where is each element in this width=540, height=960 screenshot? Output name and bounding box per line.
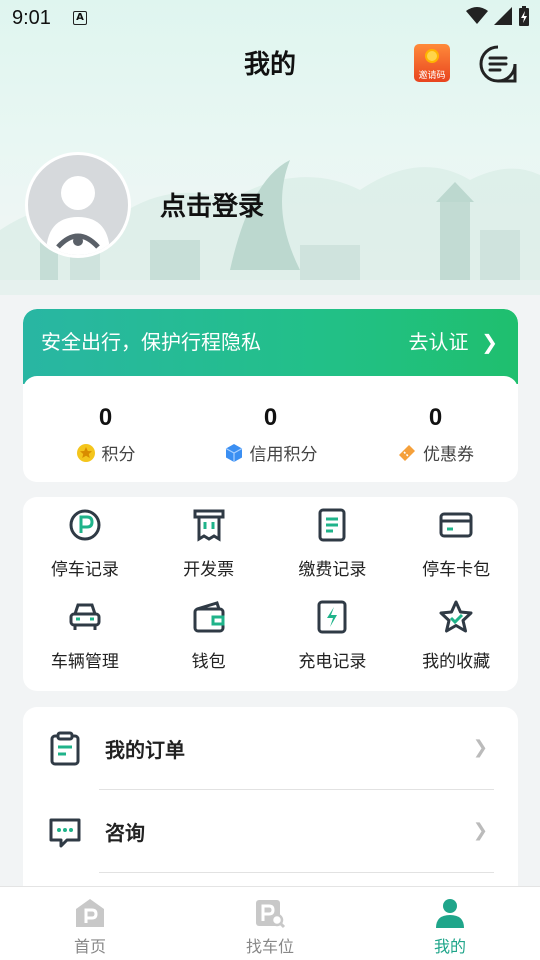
stat-label: 优惠券 <box>423 445 474 465</box>
cube-icon <box>225 443 242 462</box>
status-time: 9:01 <box>12 6 51 29</box>
chevron-right-icon: ❯ <box>474 330 498 354</box>
status-bar: 9:01 A <box>0 0 540 36</box>
verification-slogan: 安全出行，保护行程隐私 <box>41 330 261 354</box>
coin-icon <box>425 49 439 63</box>
service-parking-cards[interactable]: 停车卡包 <box>394 507 518 599</box>
tab-label: 首页 <box>73 937 106 956</box>
menu-item-orders[interactable]: 我的订单 ❯ <box>23 707 518 790</box>
stat-value: 0 <box>263 404 278 431</box>
divider <box>99 872 494 873</box>
bottom-tab-bar: 首页 找车位 我的 <box>0 886 540 960</box>
tab-label: 我的 <box>433 937 466 956</box>
service-label: 车辆管理 <box>50 652 119 672</box>
service-label: 开发票 <box>183 560 235 580</box>
service-payment-records[interactable]: 缴费记录 <box>271 507 395 599</box>
invite-code-button[interactable]: 邀请码 <box>414 44 450 82</box>
coupon-icon <box>399 444 415 461</box>
order-icon <box>50 731 80 765</box>
message-menu-icon[interactable] <box>478 44 518 84</box>
stat-label: 积分 <box>101 445 136 465</box>
tab-find-parking[interactable]: 找车位 <box>180 887 360 960</box>
service-label: 停车记录 <box>50 560 119 580</box>
menu-label: 咨询 <box>105 821 145 845</box>
service-parking-records[interactable]: 停车记录 <box>23 507 147 599</box>
notification-a-icon: A <box>72 11 87 25</box>
payment-record-icon <box>318 508 346 542</box>
stat-value: 0 <box>428 404 443 431</box>
stat-coupons[interactable]: 0 优惠券 <box>353 376 518 482</box>
services-grid: 停车记录 开发票 缴费记录 停车卡包 车辆管理 钱包 充电记录 我的收藏 <box>23 497 518 691</box>
verification-card: 安全出行，保护行程隐私 去认证 ❯ 0 积分 0 信用积分 0 优惠券 <box>23 309 518 482</box>
profile-icon <box>436 899 464 928</box>
menu-label: 我的订单 <box>105 738 185 762</box>
service-label: 停车卡包 <box>422 560 491 580</box>
parking-icon <box>69 509 101 541</box>
avatar[interactable] <box>25 152 131 258</box>
service-label: 缴费记录 <box>298 560 367 580</box>
charging-icon <box>317 600 347 634</box>
page-title: 我的 <box>243 50 296 80</box>
wallet-icon <box>193 601 225 633</box>
find-parking-icon <box>256 900 286 929</box>
service-wallet[interactable]: 钱包 <box>147 599 271 691</box>
verify-action-label: 去认证 <box>408 330 469 354</box>
card-icon <box>439 512 473 538</box>
verification-banner[interactable]: 安全出行，保护行程隐私 去认证 ❯ <box>23 309 518 384</box>
car-icon <box>69 603 101 630</box>
service-label: 钱包 <box>191 652 226 672</box>
default-avatar-icon <box>46 176 110 255</box>
signal-icon <box>494 7 512 25</box>
tab-profile[interactable]: 我的 <box>360 887 540 960</box>
service-vehicle-management[interactable]: 车辆管理 <box>23 599 147 691</box>
service-favorites[interactable]: 我的收藏 <box>394 599 518 691</box>
battery-icon <box>519 6 529 26</box>
stat-credit[interactable]: 0 信用积分 <box>188 376 353 482</box>
star-icon <box>439 600 473 633</box>
wifi-icon <box>466 7 488 24</box>
menu-list: 我的订单 ❯ 咨询 ❯ <box>23 707 518 907</box>
login-prompt[interactable]: 点击登录 <box>160 186 264 223</box>
chevron-right-icon: ❯ <box>472 737 488 758</box>
stat-value: 0 <box>98 404 113 431</box>
service-label: 我的收藏 <box>422 652 491 672</box>
stat-points[interactable]: 0 积分 <box>23 376 188 482</box>
verify-action[interactable]: 去认证 ❯ <box>409 326 498 355</box>
tab-home[interactable]: 首页 <box>0 887 180 960</box>
menu-item-consult[interactable]: 咨询 ❯ <box>23 790 518 873</box>
invite-code-label: 邀请码 <box>418 71 446 81</box>
service-label: 充电记录 <box>298 652 367 672</box>
stat-label: 信用积分 <box>249 445 318 465</box>
stats-row: 0 积分 0 信用积分 0 优惠券 <box>23 376 518 482</box>
service-invoice[interactable]: 开发票 <box>147 507 271 599</box>
coin-icon <box>76 443 95 462</box>
chevron-right-icon: ❯ <box>472 820 488 841</box>
home-parking-icon <box>76 899 104 927</box>
chat-icon <box>49 818 81 847</box>
service-charging-records[interactable]: 充电记录 <box>271 599 395 691</box>
tab-label: 找车位 <box>245 937 294 956</box>
invoice-icon <box>193 509 225 542</box>
